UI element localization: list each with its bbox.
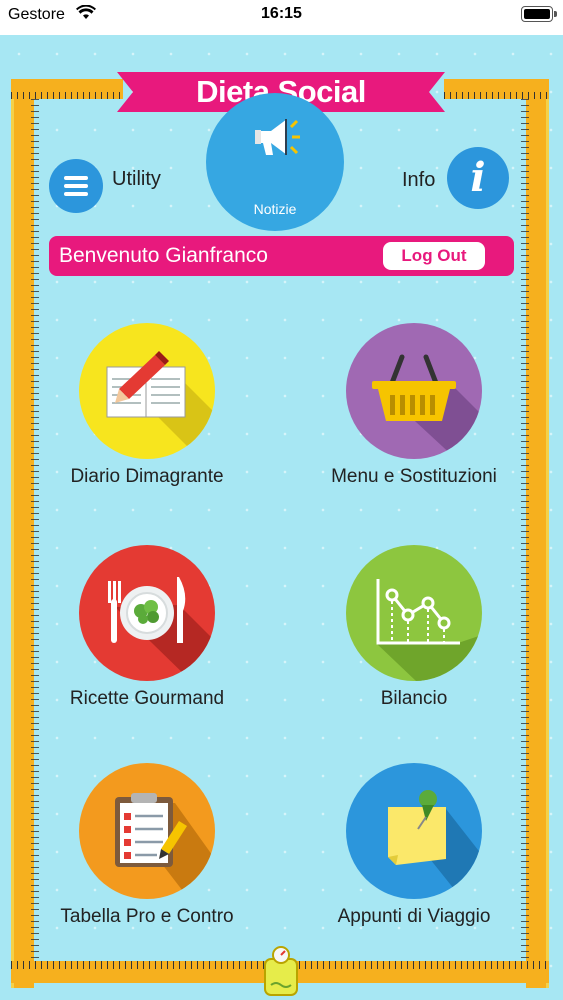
- plate-cutlery-icon: [79, 545, 215, 681]
- news-button[interactable]: Notizie: [206, 93, 344, 231]
- tape-measure-right: [526, 83, 549, 988]
- news-label: Notizie: [253, 201, 297, 217]
- tile-label: Menu e Sostituzioni: [331, 466, 497, 487]
- megaphone-icon: [255, 119, 300, 155]
- notebook-pencil-icon: [79, 323, 215, 459]
- utility-label[interactable]: Utility: [112, 168, 161, 191]
- tile-appunti-viaggio[interactable]: Appunti di Viaggio: [304, 763, 524, 963]
- clock: 16:15: [261, 5, 302, 22]
- tile-diario-dimagrante[interactable]: Diario Dimagrante: [37, 323, 257, 523]
- scale-icon: [264, 946, 298, 996]
- tile-menu-sostituzioni[interactable]: Menu e Sostituzioni: [304, 323, 524, 523]
- tape-measure-top-right: [444, 79, 549, 99]
- tile-bilancio[interactable]: Bilancio: [304, 545, 524, 745]
- info-icon: i: [470, 154, 486, 201]
- tile-tabella-pro-contro[interactable]: Tabella Pro e Contro: [37, 763, 257, 963]
- tile-label: Tabella Pro e Contro: [60, 906, 234, 927]
- info-button[interactable]: i: [447, 147, 509, 209]
- app-screen: Dieta Social Notizie Utility Info i Benv…: [0, 35, 563, 1000]
- battery-icon: [521, 6, 557, 22]
- basket-icon: [346, 323, 482, 459]
- tile-label: Appunti di Viaggio: [337, 906, 491, 927]
- tile-label: Diario Dimagrante: [70, 466, 224, 487]
- info-label[interactable]: Info: [402, 169, 435, 192]
- sticky-note-pin-icon: [346, 763, 482, 899]
- welcome-bar: Benvenuto Gianfranco Log Out: [49, 236, 514, 276]
- status-bar: Gestore 16:15: [0, 0, 563, 30]
- tape-measure-top-left: [11, 79, 123, 99]
- utility-menu-button[interactable]: [49, 159, 103, 213]
- tile-ricette-gourmand[interactable]: Ricette Gourmand: [37, 545, 257, 745]
- line-chart-icon: [346, 545, 482, 681]
- welcome-message: Benvenuto Gianfranco: [59, 244, 268, 267]
- tile-label: Bilancio: [380, 688, 448, 709]
- clipboard-checklist-icon: [79, 763, 215, 899]
- logout-button[interactable]: Log Out: [383, 242, 485, 270]
- tile-label: Ricette Gourmand: [69, 688, 225, 709]
